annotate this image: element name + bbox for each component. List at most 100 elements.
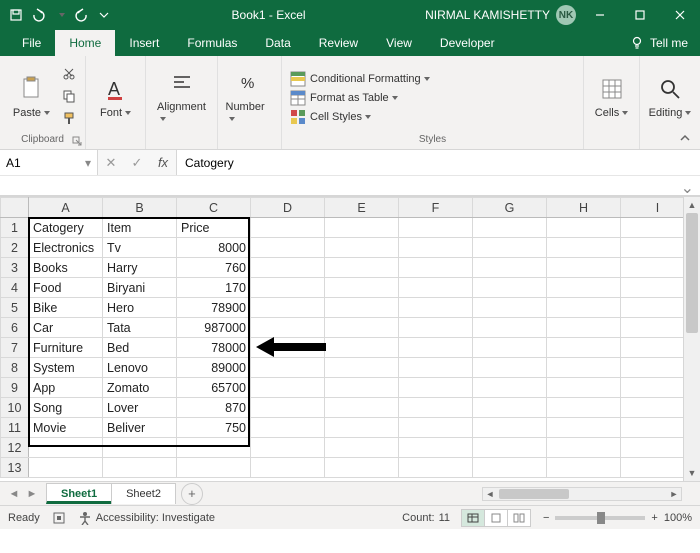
cell[interactable] bbox=[251, 258, 325, 278]
row-header[interactable]: 4 bbox=[1, 278, 29, 298]
cell[interactable]: Lenovo bbox=[103, 358, 177, 378]
cell[interactable] bbox=[177, 458, 251, 478]
cell[interactable]: Beliver bbox=[103, 418, 177, 438]
tab-file[interactable]: File bbox=[8, 30, 55, 56]
redo-icon[interactable] bbox=[74, 7, 90, 23]
cell[interactable] bbox=[547, 438, 621, 458]
cell[interactable] bbox=[547, 418, 621, 438]
scroll-right-icon[interactable]: ► bbox=[667, 489, 681, 499]
sheet-tab-sheet2[interactable]: Sheet2 bbox=[111, 483, 176, 504]
row-header[interactable]: 12 bbox=[1, 438, 29, 458]
autosave-icon[interactable] bbox=[8, 7, 24, 23]
cell[interactable] bbox=[251, 238, 325, 258]
select-all-corner[interactable] bbox=[1, 198, 29, 218]
row-header[interactable]: 13 bbox=[1, 458, 29, 478]
cell[interactable] bbox=[399, 258, 473, 278]
cell[interactable] bbox=[325, 338, 399, 358]
cell[interactable]: Food bbox=[29, 278, 103, 298]
cell[interactable] bbox=[473, 258, 547, 278]
cell[interactable] bbox=[473, 338, 547, 358]
collapse-ribbon-icon[interactable] bbox=[678, 131, 692, 145]
row-header[interactable]: 1 bbox=[1, 218, 29, 238]
formula-input[interactable]: Catogery bbox=[177, 150, 700, 175]
cell[interactable] bbox=[325, 418, 399, 438]
cell[interactable]: Song bbox=[29, 398, 103, 418]
cell[interactable]: 870 bbox=[177, 398, 251, 418]
accessibility-status[interactable]: Accessibility: Investigate bbox=[78, 511, 215, 525]
format-painter-icon[interactable] bbox=[60, 109, 78, 127]
cell[interactable] bbox=[251, 438, 325, 458]
cell[interactable] bbox=[325, 398, 399, 418]
cell[interactable]: 78000 bbox=[177, 338, 251, 358]
cell[interactable] bbox=[29, 438, 103, 458]
hscroll-thumb[interactable] bbox=[499, 489, 569, 499]
row-header[interactable]: 3 bbox=[1, 258, 29, 278]
cell[interactable] bbox=[251, 338, 325, 358]
cell[interactable] bbox=[547, 238, 621, 258]
cell[interactable]: 760 bbox=[177, 258, 251, 278]
cell[interactable]: 750 bbox=[177, 418, 251, 438]
cut-icon[interactable] bbox=[60, 65, 78, 83]
zoom-in-button[interactable]: + bbox=[651, 512, 657, 524]
cell[interactable] bbox=[325, 378, 399, 398]
cell[interactable] bbox=[473, 458, 547, 478]
cell[interactable]: Hero bbox=[103, 298, 177, 318]
tab-home[interactable]: Home bbox=[55, 30, 115, 56]
cell[interactable]: 89000 bbox=[177, 358, 251, 378]
undo-dropdown[interactable] bbox=[52, 7, 68, 23]
scroll-down-icon[interactable]: ▼ bbox=[684, 465, 700, 481]
cell[interactable] bbox=[547, 278, 621, 298]
row-header[interactable]: 7 bbox=[1, 338, 29, 358]
cell[interactable] bbox=[547, 458, 621, 478]
cell[interactable] bbox=[547, 218, 621, 238]
cell[interactable] bbox=[251, 378, 325, 398]
zoom-slider-knob[interactable] bbox=[597, 512, 605, 524]
col-header[interactable]: B bbox=[103, 198, 177, 218]
close-button[interactable] bbox=[660, 0, 700, 30]
cell[interactable] bbox=[251, 418, 325, 438]
cell[interactable] bbox=[399, 418, 473, 438]
sheet-nav-prev-icon[interactable]: ◄ bbox=[6, 486, 22, 502]
vertical-scrollbar[interactable]: ▲ ▼ bbox=[683, 197, 700, 481]
cell[interactable] bbox=[325, 238, 399, 258]
cell[interactable]: Electronics bbox=[29, 238, 103, 258]
cell[interactable] bbox=[177, 438, 251, 458]
name-box[interactable]: A1 ▾ bbox=[0, 150, 98, 175]
cell[interactable] bbox=[473, 378, 547, 398]
cell[interactable]: 987000 bbox=[177, 318, 251, 338]
col-header[interactable]: H bbox=[547, 198, 621, 218]
col-header[interactable]: A bbox=[29, 198, 103, 218]
row-header[interactable]: 8 bbox=[1, 358, 29, 378]
cell[interactable]: Price bbox=[177, 218, 251, 238]
cell[interactable] bbox=[473, 278, 547, 298]
cell[interactable] bbox=[251, 358, 325, 378]
cell[interactable] bbox=[325, 298, 399, 318]
sheet-nav-next-icon[interactable]: ► bbox=[24, 486, 40, 502]
name-box-dropdown-icon[interactable]: ▾ bbox=[85, 156, 91, 170]
cell[interactable] bbox=[399, 318, 473, 338]
cell[interactable] bbox=[547, 258, 621, 278]
cell[interactable]: Biryani bbox=[103, 278, 177, 298]
zoom-out-button[interactable]: − bbox=[543, 512, 549, 524]
number-button[interactable]: % Number bbox=[226, 67, 274, 125]
cell[interactable] bbox=[547, 358, 621, 378]
cell[interactable]: Zomato bbox=[103, 378, 177, 398]
enter-formula-icon[interactable]: ✓ bbox=[124, 150, 150, 176]
horizontal-scrollbar[interactable]: ◄ ► bbox=[482, 487, 682, 501]
zoom-slider[interactable] bbox=[555, 516, 645, 520]
cell[interactable] bbox=[473, 218, 547, 238]
col-header[interactable]: E bbox=[325, 198, 399, 218]
format-as-table-button[interactable]: Format as Table bbox=[290, 90, 430, 106]
add-sheet-button[interactable]: + bbox=[181, 483, 203, 505]
cell[interactable] bbox=[473, 438, 547, 458]
tab-view[interactable]: View bbox=[372, 30, 426, 56]
cell[interactable]: 8000 bbox=[177, 238, 251, 258]
alignment-button[interactable]: Alignment bbox=[158, 67, 206, 125]
cell[interactable] bbox=[399, 338, 473, 358]
col-header[interactable]: D bbox=[251, 198, 325, 218]
expand-formula-icon[interactable]: ⌄ bbox=[681, 178, 694, 198]
cell[interactable] bbox=[325, 438, 399, 458]
cell[interactable] bbox=[473, 318, 547, 338]
cell[interactable] bbox=[547, 338, 621, 358]
page-break-view-button[interactable] bbox=[507, 509, 531, 527]
